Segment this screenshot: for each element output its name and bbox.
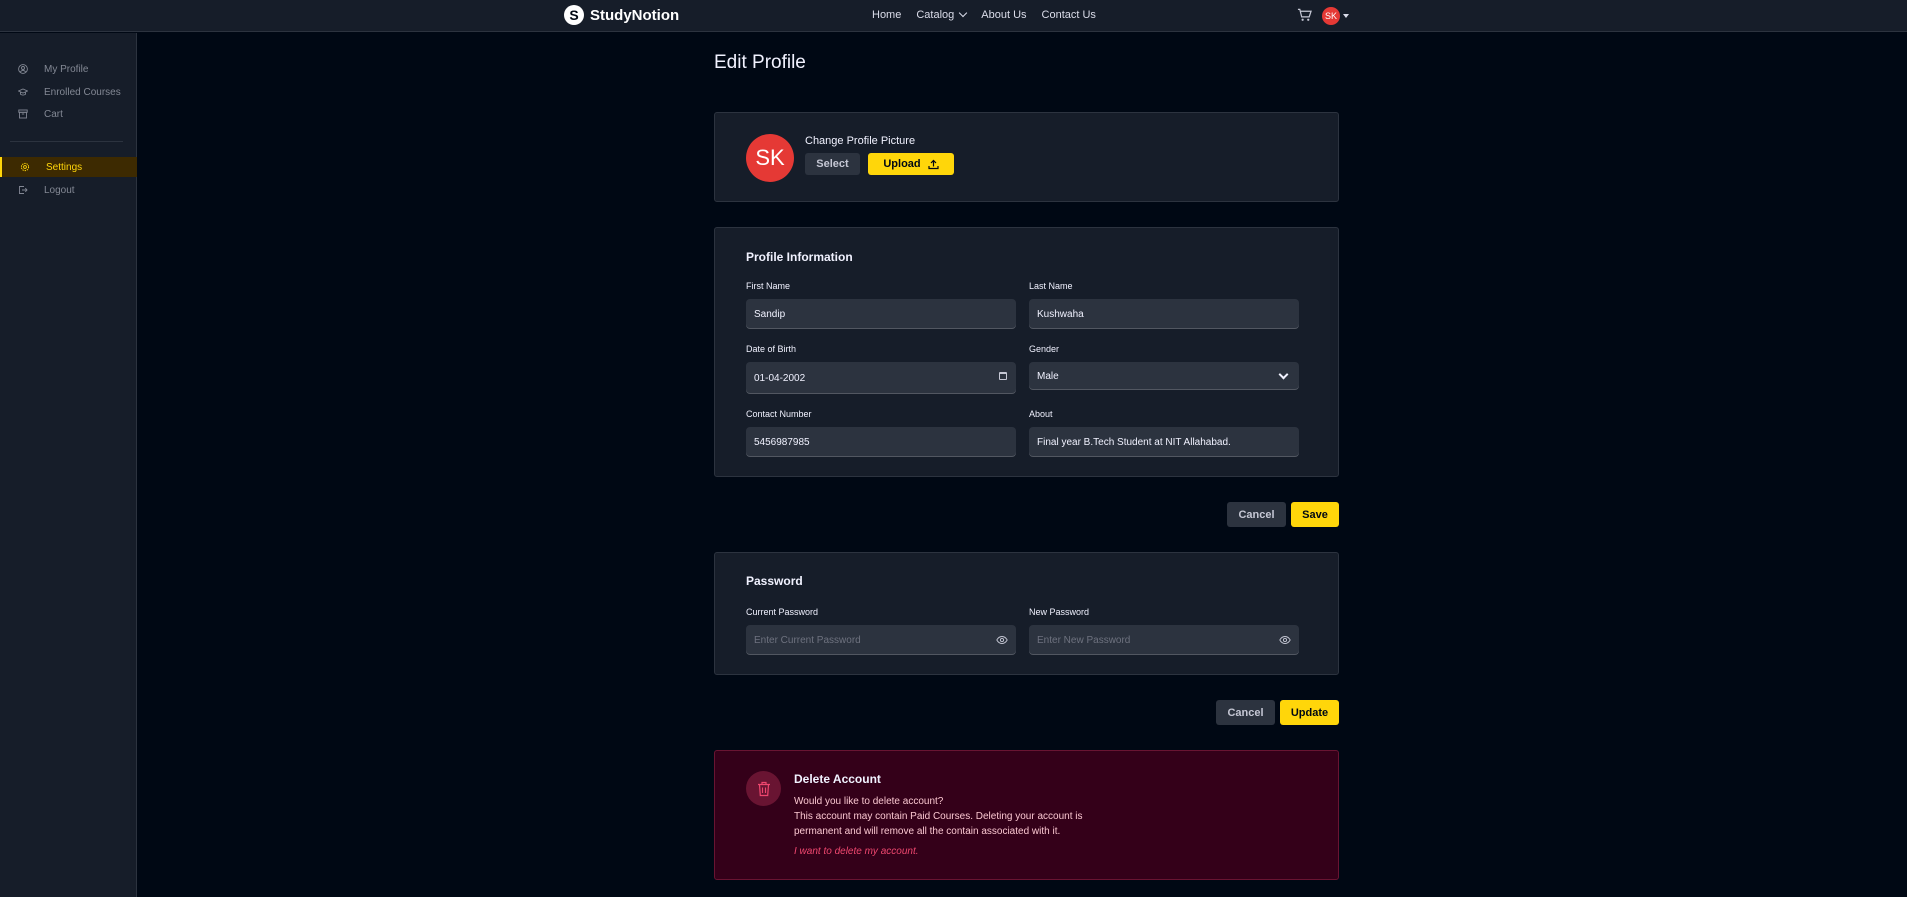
sidebar-item-settings[interactable]: Settings bbox=[0, 157, 137, 177]
gear-icon bbox=[20, 162, 30, 172]
nav-link-about[interactable]: About Us bbox=[981, 9, 1026, 21]
brand-logo[interactable]: S StudyNotion bbox=[564, 5, 679, 25]
sidebar-item-label: Cart bbox=[44, 108, 63, 120]
update-button[interactable]: Update bbox=[1280, 700, 1339, 725]
profile-cancel-button[interactable]: Cancel bbox=[1227, 502, 1286, 527]
first-name-label: First Name bbox=[746, 281, 791, 291]
sidebar-divider bbox=[10, 141, 123, 142]
contact-value: 5456987985 bbox=[754, 436, 810, 448]
nav-link-home[interactable]: Home bbox=[872, 9, 901, 21]
last-name-value: Kushwaha bbox=[1037, 308, 1084, 320]
password-cancel-button[interactable]: Cancel bbox=[1216, 700, 1275, 725]
delete-account-card: Delete Account Would you like to delete … bbox=[714, 750, 1339, 880]
dob-label: Date of Birth bbox=[746, 344, 797, 354]
gender-select[interactable]: Male bbox=[1029, 362, 1299, 390]
contact-label: Contact Number bbox=[746, 409, 812, 419]
eye-icon[interactable] bbox=[1279, 635, 1291, 645]
change-picture-label: Change Profile Picture bbox=[805, 135, 916, 147]
logo-icon: S bbox=[564, 5, 584, 25]
sidebar-item-cart[interactable]: Cart bbox=[0, 104, 137, 124]
delete-account-title: Delete Account bbox=[794, 772, 881, 786]
sidebar-item-label: My Profile bbox=[44, 63, 89, 75]
gender-value: Male bbox=[1037, 370, 1059, 382]
nav-link-catalog[interactable]: Catalog bbox=[916, 8, 968, 21]
calendar-icon[interactable] bbox=[999, 372, 1007, 380]
save-button[interactable]: Save bbox=[1291, 502, 1339, 527]
profile-information-title: Profile Information bbox=[746, 250, 853, 264]
graduation-cap-icon bbox=[18, 88, 28, 96]
about-field[interactable]: Final year B.Tech Student at NIT Allahab… bbox=[1029, 427, 1299, 457]
caret-down-icon[interactable] bbox=[1343, 14, 1349, 18]
archive-icon bbox=[18, 109, 28, 119]
delete-account-question: Would you like to delete account? bbox=[794, 796, 944, 807]
delete-account-link[interactable]: I want to delete my account. bbox=[794, 846, 919, 857]
cart-icon[interactable] bbox=[1297, 8, 1312, 22]
page-title: Edit Profile bbox=[714, 52, 806, 73]
sidebar-item-my-profile[interactable]: My Profile bbox=[0, 59, 137, 79]
sidebar-item-label: Enrolled Courses bbox=[44, 86, 121, 98]
sidebar-item-enrolled-courses[interactable]: Enrolled Courses bbox=[0, 82, 137, 102]
nav-links: Home Catalog About Us Contact Us bbox=[872, 8, 1096, 21]
chevron-down-icon bbox=[1278, 369, 1289, 380]
current-password-placeholder: Enter Current Password bbox=[754, 634, 861, 646]
logout-icon bbox=[19, 186, 28, 194]
delete-account-warning-2: permanent and will remove all the contai… bbox=[794, 826, 1061, 837]
profile-avatar: SK bbox=[746, 134, 794, 182]
trash-icon-wrapper bbox=[746, 771, 781, 806]
new-password-placeholder: Enter New Password bbox=[1037, 634, 1131, 646]
sidebar: My Profile Enrolled Courses Cart Setting… bbox=[0, 33, 137, 897]
password-title: Password bbox=[746, 574, 803, 588]
last-name-field[interactable]: Kushwaha bbox=[1029, 299, 1299, 329]
trash-icon bbox=[757, 781, 770, 796]
eye-icon[interactable] bbox=[996, 635, 1008, 645]
chevron-down-icon bbox=[959, 8, 968, 18]
current-password-field[interactable]: Enter Current Password bbox=[746, 625, 1016, 655]
about-value: Final year B.Tech Student at NIT Allahab… bbox=[1037, 436, 1231, 448]
first-name-value: Sandip bbox=[754, 308, 786, 320]
user-avatar[interactable]: SK bbox=[1322, 7, 1340, 25]
brand-name: StudyNotion bbox=[590, 6, 680, 24]
new-password-field[interactable]: Enter New Password bbox=[1029, 625, 1299, 655]
sidebar-item-label: Settings bbox=[46, 161, 83, 173]
sidebar-item-label: Logout bbox=[44, 184, 75, 196]
user-circle-icon bbox=[18, 64, 28, 74]
first-name-field[interactable]: Sandip bbox=[746, 299, 1016, 329]
delete-account-warning-1: This account may contain Paid Courses. D… bbox=[794, 811, 1083, 822]
upload-icon bbox=[928, 159, 939, 169]
gender-label: Gender bbox=[1029, 344, 1060, 354]
contact-number-field[interactable]: 5456987985 bbox=[746, 427, 1016, 457]
password-card: Password Current Password Enter Current … bbox=[714, 552, 1339, 675]
nav-link-catalog-label: Catalog bbox=[916, 9, 955, 21]
new-password-label: New Password bbox=[1029, 607, 1090, 617]
select-button[interactable]: Select bbox=[805, 153, 860, 175]
profile-information-card: Profile Information First Name Sandip La… bbox=[714, 227, 1339, 477]
upload-label: Upload bbox=[883, 158, 921, 170]
profile-picture-card: SK Change Profile Picture Select Upload bbox=[714, 112, 1339, 202]
current-password-label: Current Password bbox=[746, 607, 819, 617]
dob-value: 01-04-2002 bbox=[754, 372, 806, 384]
about-label: About bbox=[1029, 409, 1053, 419]
top-navbar: S StudyNotion Home Catalog About Us Cont… bbox=[0, 0, 1907, 32]
dob-field[interactable]: 01-04-2002 bbox=[746, 362, 1016, 394]
nav-link-contact[interactable]: Contact Us bbox=[1042, 9, 1096, 21]
last-name-label: Last Name bbox=[1029, 281, 1073, 291]
sidebar-item-logout[interactable]: Logout bbox=[0, 180, 137, 200]
upload-button[interactable]: Upload bbox=[868, 153, 954, 175]
